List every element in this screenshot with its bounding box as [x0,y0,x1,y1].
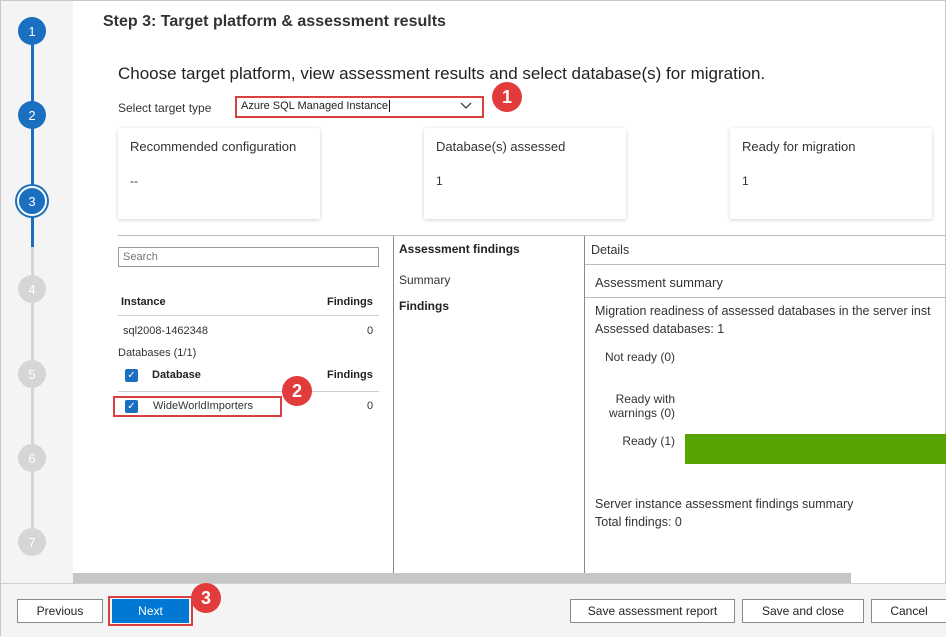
card-value: 1 [436,174,443,188]
total-findings-text: Total findings: 0 [595,515,682,529]
cancel-button[interactable]: Cancel [871,599,946,623]
findings-summary-text: Server instance assessment findings summ… [595,497,854,511]
ready-with-warnings-label-line1: Ready with [615,392,675,406]
step-2[interactable]: 2 [18,101,46,129]
card-title: Database(s) assessed [436,139,566,154]
recommended-configuration-card: Recommended configuration -- [118,128,320,219]
findings-column-header[interactable]: Findings [327,296,373,308]
card-value: 1 [742,174,749,188]
target-type-label: Select target type [118,101,212,115]
assessment-summary-header: Assessment summary [585,265,946,298]
database-findings-count: 0 [367,400,374,412]
step-4: 4 [18,275,46,303]
databases-assessed-card: Database(s) assessed 1 [424,128,626,219]
page-subtitle: Choose target platform, view assessment … [118,64,766,83]
step-7: 7 [18,528,46,556]
next-button[interactable]: Next [112,599,189,623]
ready-for-migration-card: Ready for migration 1 [730,128,932,219]
database-name[interactable]: WideWorldImporters [153,400,253,412]
not-ready-label: Not ready (0) [604,350,675,364]
instance-name[interactable]: sql2008-1462348 [123,325,208,337]
db-findings-column-header[interactable]: Findings [327,369,373,381]
ready-with-warnings-label-line2: warnings (0) [608,406,675,420]
summary-nav-item[interactable]: Summary [399,273,450,287]
callout-badge-1: 1 [492,82,522,112]
step-6: 6 [18,444,46,472]
header-rule [118,315,379,316]
ready-bar [685,434,946,464]
card-title: Ready for migration [742,139,856,154]
wizard-stepper: 1 2 3 4 5 6 7 [1,1,73,583]
instance-column-header[interactable]: Instance [121,296,166,308]
callout-badge-3: 3 [191,583,221,613]
db-header-rule [118,391,379,392]
previous-button[interactable]: Previous [17,599,103,623]
card-title: Recommended configuration [130,139,297,154]
readiness-text: Migration readiness of assessed database… [595,304,931,318]
assessment-summary-title: Assessment summary [595,275,723,290]
text-cursor [388,100,390,113]
step-1[interactable]: 1 [18,17,46,45]
step-3[interactable]: 3 [17,186,47,216]
chevron-down-icon[interactable] [460,98,472,117]
save-assessment-report-button[interactable]: Save assessment report [570,599,735,623]
panel-separator-left[interactable] [393,236,394,573]
assessment-findings-title: Assessment findings [399,242,520,256]
callout-badge-2: 2 [282,376,312,406]
horizontal-scrollbar[interactable] [73,573,851,583]
instance-findings-count: 0 [367,325,374,337]
select-all-checkbox[interactable]: ✓ [125,369,138,382]
step-title: Step 3: Target platform & assessment res… [103,13,446,30]
save-and-close-button[interactable]: Save and close [742,599,864,623]
card-value: -- [130,174,138,188]
findings-nav-item[interactable]: Findings [399,299,449,313]
target-type-dropdown[interactable]: Azure SQL Managed Instance [235,96,484,118]
step-5: 5 [18,360,46,388]
databases-label: Databases (1/1) [118,347,197,359]
database-column-header[interactable]: Database [152,369,201,381]
assessed-databases-text: Assessed databases: 1 [595,322,725,336]
database-checkbox[interactable]: ✓ [125,400,138,413]
details-header: Details [585,236,946,265]
target-type-value: Azure SQL Managed Instance [241,100,388,112]
ready-label: Ready (1) [622,434,675,448]
search-input[interactable] [118,247,379,267]
details-title: Details [591,243,630,257]
